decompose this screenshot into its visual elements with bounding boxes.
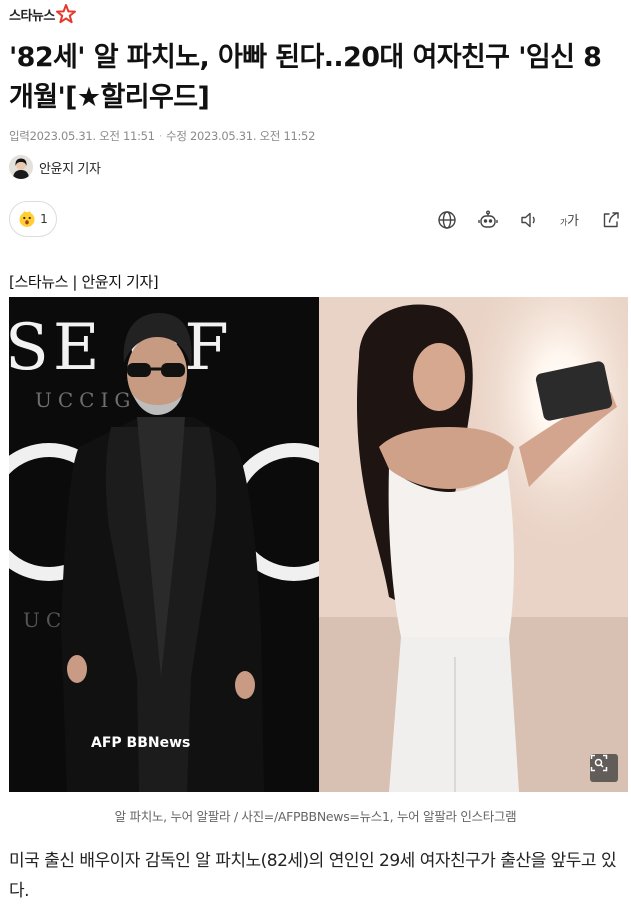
summary-bot-button[interactable]: [471, 206, 504, 234]
zoom-expand-icon: [590, 754, 608, 772]
press-logo[interactable]: 스타뉴스: [9, 3, 76, 25]
reaction-count: 1: [40, 212, 48, 226]
font-size-button[interactable]: 가 가: [553, 206, 586, 234]
author-name[interactable]: 안윤지 기자: [39, 158, 101, 177]
text-to-speech-button[interactable]: [512, 206, 545, 234]
reaction-button[interactable]: 1: [9, 201, 57, 237]
article-body-paragraph: 미국 출신 배우이자 감독인 알 파치노(82세)의 연인인 29세 여자친구가…: [9, 851, 617, 901]
press-name: 스타뉴스: [9, 8, 55, 24]
source-line: [스타뉴스 | 안윤지 기자]: [9, 273, 159, 291]
photo-caption: 알 파치노, 누어 알팔라 / 사진=/AFPBBNews=뉴스1, 누어 알팔…: [114, 809, 517, 824]
share-icon: [603, 212, 619, 228]
author-avatar[interactable]: [9, 155, 33, 179]
article-toolbar: 가 가: [430, 206, 627, 234]
photo-credit-watermark: AFP BBNews: [91, 735, 190, 751]
input-label: 입력: [9, 129, 30, 143]
photo-zoom-button[interactable]: [590, 754, 618, 782]
surprised-face-icon: [19, 211, 35, 227]
author-info[interactable]: 안윤지 기자: [9, 155, 101, 179]
update-time: 2023.05.31. 오전 11:52: [189, 129, 316, 143]
robot-summary-icon: [477, 210, 498, 228]
article-headline: '82세' 알 파치노, 아빠 된다..20대 여자친구 '임신 8개월'[★할…: [9, 42, 602, 113]
article-photo[interactable]: SE OF UCCIGU UCCIGU AFP BBNews: [9, 297, 628, 792]
update-label: 수정: [166, 129, 187, 143]
photo-noor-alfallah: [319, 297, 628, 792]
font-size-icon: 가 가: [560, 214, 579, 229]
share-button[interactable]: [594, 206, 627, 234]
svg-text:SE OF: SE OF: [9, 311, 233, 385]
globe-icon: [437, 211, 456, 229]
meta-separator: ·: [158, 129, 163, 143]
star-logo-icon: [55, 4, 76, 24]
speaker-icon: [520, 212, 535, 228]
translate-button[interactable]: [430, 206, 463, 234]
svg-text:가: 가: [567, 214, 579, 229]
input-time: 2023.05.31. 오전 11:51: [29, 129, 155, 143]
article-datetime: 입력2023.05.31. 오전 11:51 · 수정 2023.05.31. 오전…: [9, 128, 315, 144]
photo-al-pacino: SE OF UCCIGU UCCIGU AFP BBNews: [9, 297, 319, 792]
